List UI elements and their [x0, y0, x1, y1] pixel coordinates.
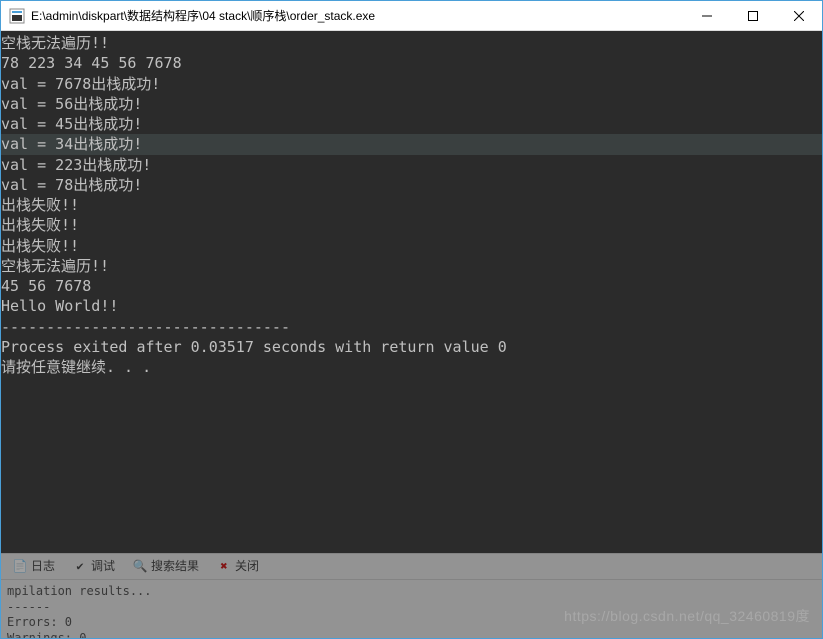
console-line: Hello World!! [1, 296, 822, 316]
console-line: val = 45出栈成功! [1, 114, 822, 134]
maximize-button[interactable] [730, 1, 776, 30]
console-line: 出栈失败!! [1, 215, 822, 235]
tab-close-label: 关闭 [235, 558, 259, 574]
bottom-tabs: 📄 日志 ✔ 调试 🔍 搜索结果 ✖ 关闭 [1, 554, 822, 580]
console-line: -------------------------------- [1, 317, 822, 337]
minimize-button[interactable] [684, 1, 730, 30]
compile-warnings: Warnings: 0 [7, 631, 816, 638]
console-output[interactable]: 空栈无法遍历!!78 223 34 45 56 7678val = 7678出栈… [1, 31, 822, 638]
bottom-panel: 📄 日志 ✔ 调试 🔍 搜索结果 ✖ 关闭 mpilation results.… [1, 553, 822, 638]
console-line: val = 223出栈成功! [1, 155, 822, 175]
titlebar: E:\admin\diskpart\数据结构程序\04 stack\顺序栈\or… [1, 1, 822, 31]
tab-debug-label: 调试 [91, 558, 115, 574]
console-line: 出栈失败!! [1, 236, 822, 256]
search-icon: 🔍 [133, 560, 147, 574]
compile-errors: Errors: 0 [7, 615, 816, 631]
console-line: 请按任意键继续. . . [1, 357, 822, 377]
app-icon [9, 8, 25, 24]
console-line: val = 56出栈成功! [1, 94, 822, 114]
console-line: Process exited after 0.03517 seconds wit… [1, 337, 822, 357]
compile-line1: mpilation results... [7, 584, 816, 600]
console-line: 45 56 7678 [1, 276, 822, 296]
console-line: 空栈无法遍历!! [1, 256, 822, 276]
window-title: E:\admin\diskpart\数据结构程序\04 stack\顺序栈\or… [31, 7, 684, 24]
close-button[interactable] [776, 1, 822, 30]
log-icon: 📄 [13, 560, 27, 574]
close-icon: ✖ [217, 560, 231, 574]
console-line: val = 34出栈成功! [1, 134, 822, 154]
tab-close[interactable]: ✖ 关闭 [209, 556, 267, 576]
tab-log[interactable]: 📄 日志 [5, 556, 63, 576]
console-line: 出栈失败!! [1, 195, 822, 215]
compile-line2: ------ [7, 600, 816, 616]
tab-search-label: 搜索结果 [151, 558, 199, 574]
tab-debug[interactable]: ✔ 调试 [65, 556, 123, 576]
check-icon: ✔ [73, 560, 87, 574]
app-window: E:\admin\diskpart\数据结构程序\04 stack\顺序栈\or… [0, 0, 823, 639]
tab-search[interactable]: 🔍 搜索结果 [125, 556, 207, 576]
console-line: val = 7678出栈成功! [1, 74, 822, 94]
bottom-content: mpilation results... ------ Errors: 0 Wa… [1, 580, 822, 638]
window-controls [684, 1, 822, 30]
console-line: 78 223 34 45 56 7678 [1, 53, 822, 73]
tab-log-label: 日志 [31, 558, 55, 574]
console-line: 空栈无法遍历!! [1, 33, 822, 53]
console-line: val = 78出栈成功! [1, 175, 822, 195]
